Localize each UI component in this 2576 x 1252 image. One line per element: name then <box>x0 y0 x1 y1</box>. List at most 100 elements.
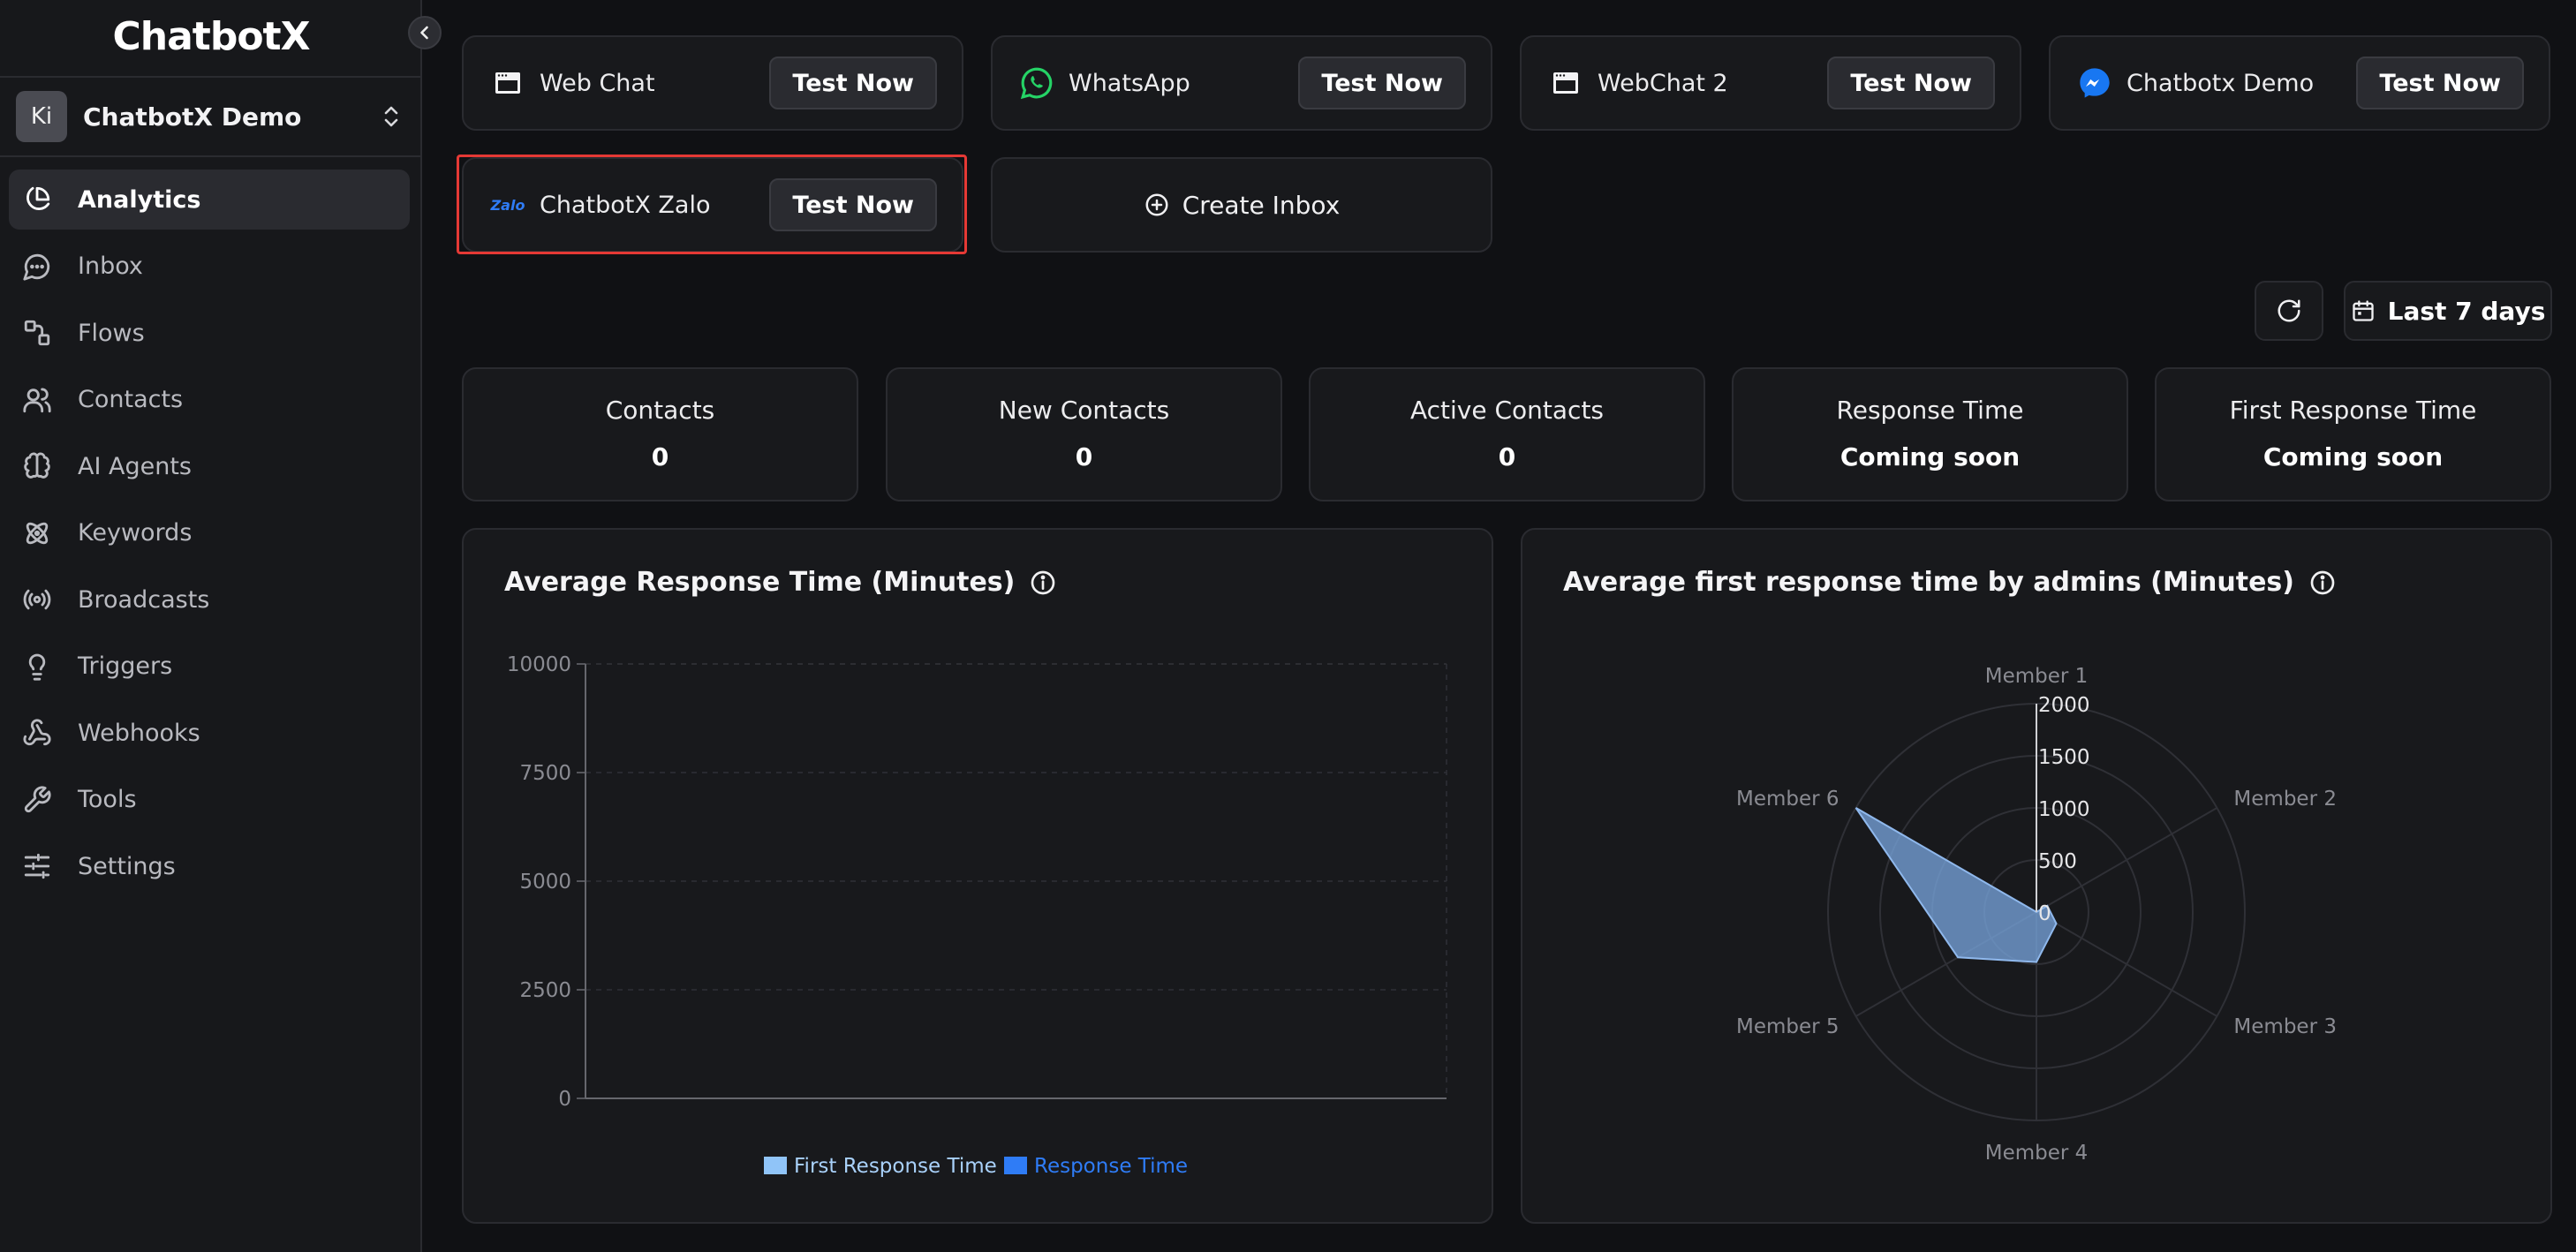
sidebar-item-keywords[interactable]: Keywords <box>9 503 410 563</box>
avg-response-time-panel: Average Response Time (Minutes) 0 2500 500… <box>462 528 1493 1224</box>
test-now-button[interactable]: Test Now <box>2356 57 2524 109</box>
sidebar-item-webhooks[interactable]: Webhooks <box>9 703 410 763</box>
radar-series-area <box>1855 807 2058 963</box>
stat-value: 0 <box>651 442 669 471</box>
collapse-sidebar-button[interactable] <box>408 16 442 49</box>
sidebar: ChatbotX Ki ChatbotX Demo Analytics Inbo… <box>0 0 422 1252</box>
legend-swatch <box>764 1157 787 1174</box>
stat-card-active-contacts: Active Contacts 0 <box>1309 367 1705 502</box>
radar-axis-label: Member 5 <box>1736 1015 1839 1038</box>
test-now-button[interactable]: Test Now <box>1298 57 1466 109</box>
test-now-button[interactable]: Test Now <box>769 57 937 109</box>
sidebar-item-flows[interactable]: Flows <box>9 303 410 363</box>
app-logo: ChatbotX <box>112 14 310 59</box>
radar-axis-label: Member 3 <box>2233 1015 2337 1038</box>
sidebar-item-label: Broadcasts <box>78 585 210 614</box>
inbox-card-web-chat: Web Chat Test Now <box>462 35 963 131</box>
chevron-up-down-icon <box>378 99 404 134</box>
radar-tick-label: 1500 <box>2038 746 2090 769</box>
stat-card-contacts: Contacts 0 <box>462 367 858 502</box>
sidebar-item-tools[interactable]: Tools <box>9 770 410 830</box>
sidebar-item-inbox[interactable]: Inbox <box>9 237 410 297</box>
sidebar-nav: Analytics Inbox Flows Contacts AI Agents… <box>9 170 410 903</box>
flows-icon <box>21 317 53 349</box>
sidebar-divider <box>0 76 420 78</box>
radar-tick-label: 0 <box>2038 902 2051 925</box>
sidebar-item-label: Contacts <box>78 386 184 413</box>
sidebar-item-label: Triggers <box>78 652 173 680</box>
stat-card-new-contacts: New Contacts 0 <box>886 367 1282 502</box>
stat-card-first-response-time: First Response Time Coming soon <box>2155 367 2551 502</box>
stat-value: Coming soon <box>2262 442 2444 471</box>
stat-value: 0 <box>1498 442 1516 471</box>
sidebar-item-label: Tools <box>78 786 137 813</box>
sidebar-item-ai-agents[interactable]: AI Agents <box>9 436 410 496</box>
webhook-icon <box>21 717 53 749</box>
selection-highlight <box>457 155 967 254</box>
inbox-name: WebChat 2 <box>1598 69 1728 97</box>
create-inbox-label: Create Inbox <box>1182 190 1341 220</box>
brain-icon <box>21 450 53 482</box>
inbox-name: WhatsApp <box>1069 69 1190 97</box>
sidebar-item-analytics[interactable]: Analytics <box>9 170 410 230</box>
radar-axis-label: Member 2 <box>2233 788 2337 811</box>
sidebar-item-label: Analytics <box>78 185 201 214</box>
chat-bubble-icon <box>21 251 53 283</box>
y-tick-label: 7500 <box>519 762 571 785</box>
pie-chart-icon <box>21 184 53 215</box>
radar-chart: Member 1 Member 2 Member 3 Member 4 Member 5… <box>1736 665 2337 1165</box>
radar-axis-label: Member 1 <box>1985 665 2089 688</box>
inbox-card-whatsapp: WhatsApp Test Now <box>991 35 1492 131</box>
first-response-by-admins-panel: Average first response time by admins (M… <box>1521 528 2552 1224</box>
test-now-button[interactable]: Test Now <box>1827 57 1995 109</box>
wrench-icon <box>21 784 53 816</box>
lightbulb-icon <box>21 651 53 683</box>
y-tick-label: 2500 <box>519 979 571 1002</box>
inbox-card-chatbotx-demo: Chatbotx Demo Test Now <box>2049 35 2550 131</box>
y-tick-label: 5000 <box>519 871 571 894</box>
plus-circle-icon <box>1144 192 1170 218</box>
sidebar-item-settings[interactable]: Settings <box>9 836 410 896</box>
chevron-left-icon <box>417 25 433 41</box>
legend-label: First Response Time <box>794 1155 997 1178</box>
sidebar-item-triggers[interactable]: Triggers <box>9 637 410 697</box>
sidebar-item-contacts[interactable]: Contacts <box>9 370 410 430</box>
stat-label: Contacts <box>605 396 715 425</box>
date-range-button[interactable]: Last 7 days <box>2344 281 2552 341</box>
stat-card-response-time: Response Time Coming soon <box>1732 367 2128 502</box>
stat-label: First Response Time <box>2229 396 2477 425</box>
app-root: ChatbotX Ki ChatbotX Demo Analytics Inbo… <box>0 0 2576 1252</box>
whatsapp-icon <box>1019 65 1054 101</box>
sidebar-item-broadcasts[interactable]: Broadcasts <box>9 569 410 630</box>
broadcast-icon <box>21 584 53 615</box>
workspace-switcher[interactable]: Ki ChatbotX Demo <box>16 90 404 143</box>
refresh-button[interactable] <box>2255 281 2323 341</box>
radar-spoke <box>2036 911 2217 1017</box>
inbox-card-webchat-2: WebChat 2 Test Now <box>1520 35 2021 131</box>
sidebar-divider <box>0 155 420 157</box>
inbox-name: Web Chat <box>540 69 655 97</box>
stat-label: New Contacts <box>998 396 1170 425</box>
radar-tick-label: 500 <box>2038 850 2077 873</box>
browser-window-icon <box>1548 65 1583 101</box>
date-range-label: Last 7 days <box>2387 296 2546 326</box>
radar-tick-label: 1000 <box>2038 798 2090 821</box>
y-tick-label: 10000 <box>507 653 571 676</box>
browser-window-icon <box>490 65 525 101</box>
refresh-icon <box>2276 298 2302 324</box>
calendar-icon <box>2351 298 2376 323</box>
sidebar-item-label: AI Agents <box>78 452 193 480</box>
stat-value: 0 <box>1075 442 1093 471</box>
stat-label: Active Contacts <box>1409 396 1605 425</box>
sidebar-item-label: Settings <box>78 852 176 880</box>
sliders-icon <box>21 850 53 882</box>
radar-tick-label: 2000 <box>2038 694 2090 717</box>
workspace-name: ChatbotX Demo <box>83 102 302 132</box>
messenger-icon <box>2077 65 2112 101</box>
sidebar-item-label: Inbox <box>78 253 143 280</box>
inbox-name: Chatbotx Demo <box>2127 69 2315 97</box>
create-inbox-button[interactable]: Create Inbox <box>991 157 1492 253</box>
stat-label: Response Time <box>1836 396 2024 425</box>
radar-axis-label: Member 4 <box>1985 1142 2089 1165</box>
users-icon <box>21 384 53 416</box>
